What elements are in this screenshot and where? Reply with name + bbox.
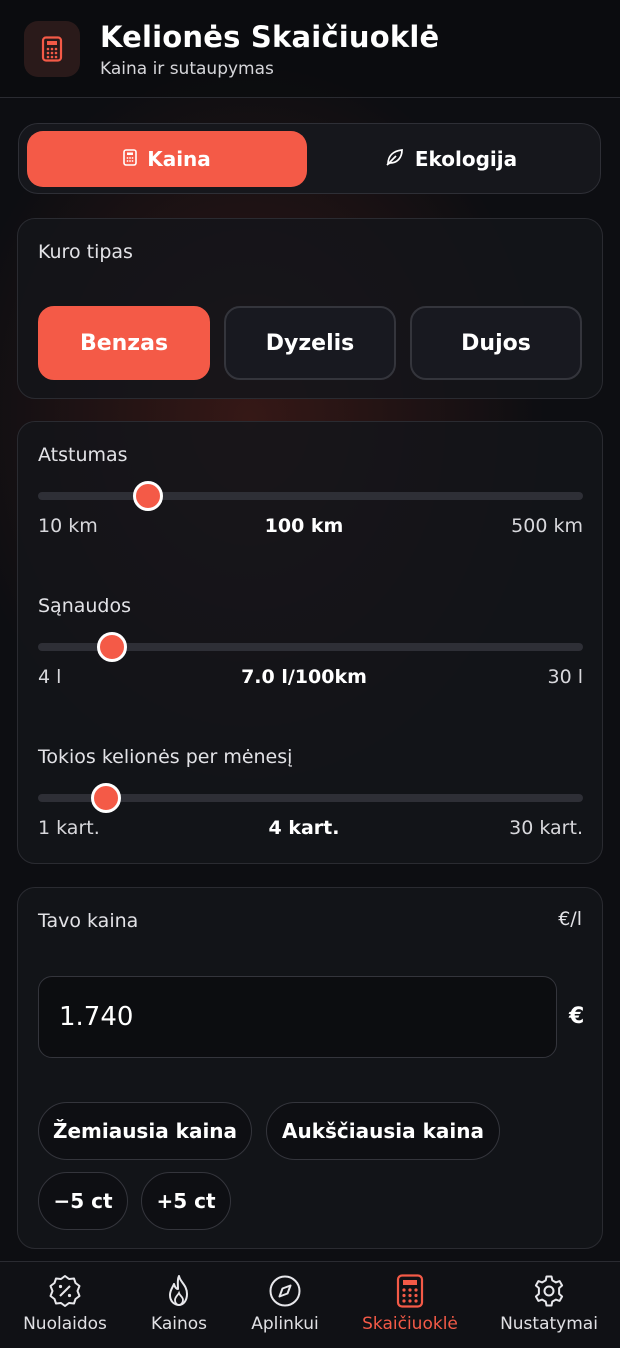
tab-kaina[interactable]: Kaina <box>27 131 307 187</box>
nav-label: Kainos <box>150 1314 208 1334</box>
trips-min: 1 kart. <box>38 817 100 839</box>
trips-label: Tokios kelionės per mėnesį <box>38 746 293 768</box>
highest-price-chip[interactable]: Aukščiausia kaina <box>266 1102 500 1160</box>
compass-icon <box>268 1274 302 1308</box>
trips-max: 30 kart. <box>509 817 583 839</box>
price-input[interactable]: 1.740 <box>38 976 557 1058</box>
page-subtitle: Kaina ir sutaupymas <box>100 59 274 79</box>
fuel-option-benzas[interactable]: Benzas <box>38 306 210 380</box>
price-label: Tavo kaina <box>38 910 139 932</box>
price-unit: €/l <box>558 908 582 930</box>
nav-label: Aplinkui <box>251 1314 319 1334</box>
tab-label: Ekologija <box>414 147 518 171</box>
consumption-min: 4 l <box>38 666 62 688</box>
bottom-nav: Nuolaidos Kainos Aplinkui Skaičiuoklė Nu… <box>0 1261 620 1348</box>
calculator-icon <box>393 1274 427 1308</box>
distance-slider-thumb[interactable] <box>132 481 163 511</box>
consumption-label: Sąnaudos <box>38 595 132 617</box>
fuel-option-dujos[interactable]: Dujos <box>410 306 582 380</box>
nav-item-aplinkui[interactable]: Aplinkui <box>223 1262 347 1348</box>
consumption-slider[interactable] <box>38 632 583 662</box>
distance-min: 10 km <box>38 515 98 537</box>
distance-max: 500 km <box>511 515 583 537</box>
tab-ekologija[interactable]: Ekologija <box>311 131 591 187</box>
consumption-max: 30 l <box>547 666 584 688</box>
consumption-slider-thumb[interactable] <box>97 632 128 662</box>
discount-badge-icon <box>48 1274 82 1308</box>
trip-settings-card: Atstumas 10 km 100 km 500 km Sąnaudos 4 … <box>17 421 603 864</box>
lowest-price-chip[interactable]: Žemiausia kaina <box>38 1102 252 1160</box>
fuel-type-card: Kuro tipas Benzas Dyzelis Dujos <box>17 218 603 399</box>
distance-slider[interactable] <box>38 481 583 511</box>
trips-slider[interactable] <box>38 783 583 813</box>
nav-label: Nuolaidos <box>23 1314 107 1334</box>
price-card: Tavo kaina €/l 1.740 € Žemiausia kaina A… <box>17 887 603 1249</box>
mode-tabs: Kaina Ekologija <box>18 123 601 194</box>
tab-label: Kaina <box>147 147 211 171</box>
fuel-type-label: Kuro tipas <box>38 241 133 263</box>
nav-label: Nustatymai <box>500 1314 598 1334</box>
calculator-icon <box>123 147 138 171</box>
nav-item-nustatymai[interactable]: Nustatymai <box>487 1262 611 1348</box>
nav-label: Skaičiuoklė <box>362 1314 458 1334</box>
nav-item-skaiciuokle[interactable]: Skaičiuoklė <box>348 1262 472 1348</box>
fuel-option-dyzelis[interactable]: Dyzelis <box>224 306 396 380</box>
trips-slider-thumb[interactable] <box>91 783 122 813</box>
leaf-icon <box>385 147 405 171</box>
page-title: Kelionės Skaičiuoklė <box>100 20 440 54</box>
app-header: Kelionės Skaičiuoklė Kaina ir sutaupymas <box>0 0 620 98</box>
minus-5ct-chip[interactable]: −5 ct <box>38 1172 128 1230</box>
calculator-icon <box>24 21 80 77</box>
gear-icon <box>532 1274 566 1308</box>
plus-5ct-chip[interactable]: +5 ct <box>141 1172 231 1230</box>
flame-icon <box>162 1274 196 1308</box>
distance-label: Atstumas <box>38 444 128 466</box>
currency-sign: € <box>569 1004 585 1029</box>
nav-item-nuolaidos[interactable]: Nuolaidos <box>3 1262 127 1348</box>
